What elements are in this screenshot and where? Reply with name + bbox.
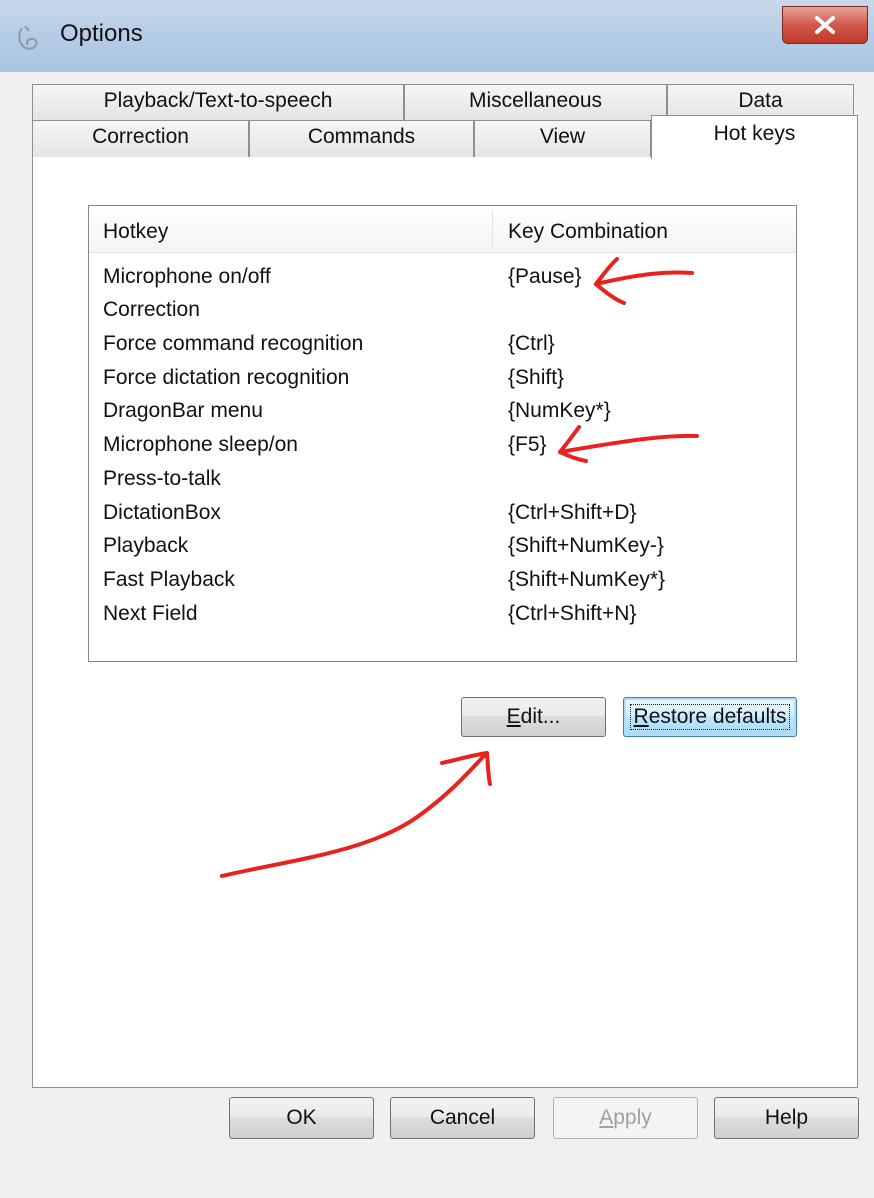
hotkey-combination: {Ctrl+Shift+D} [508,501,637,524]
hotkey-name: Force command recognition [103,332,364,355]
hotkey-combination: {Ctrl} [508,332,555,355]
hotkey-combination: {NumKey*} [508,399,611,422]
column-divider[interactable] [492,210,493,248]
ok-label: OK [286,1106,317,1129]
hotkey-list[interactable]: Hotkey Key Combination Microphone on/off… [88,205,797,662]
table-row[interactable]: Fast Playback {Shift+NumKey*} [89,563,796,597]
hotkey-combination: {Shift} [508,366,565,389]
tab-miscellaneous[interactable]: Miscellaneous [404,84,667,120]
tab-playback-text-to-speech[interactable]: Playback/Text-to-speech [32,84,404,120]
hotkey-combination: {Shift+NumKey-} [508,534,664,557]
title-bar[interactable]: Options [0,0,874,72]
ok-button[interactable]: OK [229,1097,374,1139]
tab-view[interactable]: View [474,120,651,157]
table-row[interactable]: Correction [89,293,796,327]
hotkey-combination: {Pause} [508,265,582,288]
hotkey-name: DictationBox [103,501,221,524]
hotkey-combination: {Shift+NumKey*} [508,568,666,591]
cancel-label: Cancel [429,1106,496,1129]
hotkey-name: Playback [103,534,189,557]
hotkey-name: Microphone sleep/on [103,433,298,456]
table-row[interactable]: Force command recognition {Ctrl} [89,327,796,361]
restore-defaults-button[interactable]: Restore defaults [623,697,797,737]
close-button[interactable] [782,6,868,44]
help-label: Help [764,1106,809,1129]
hotkey-combination: {F5} [508,433,547,456]
table-row[interactable]: Playback {Shift+NumKey-} [89,529,796,563]
table-row[interactable]: Microphone on/off {Pause} [89,260,796,294]
hotkey-combination: {Ctrl+Shift+N} [508,602,637,625]
hotkey-name: Microphone on/off [103,265,271,288]
tab-commands[interactable]: Commands [249,120,474,157]
column-header-hotkey[interactable]: Hotkey [103,206,493,252]
tab-label: Commands [307,125,416,148]
apply-mnemonic: A [599,1106,614,1129]
edit-mnemonic: E [506,705,521,728]
apply-button[interactable]: Apply [553,1097,698,1139]
close-icon [815,16,835,34]
tab-label: Playback/Text-to-speech [103,89,333,112]
tab-label: Miscellaneous [468,89,603,112]
edit-button[interactable]: Edit... [461,697,606,737]
cancel-button[interactable]: Cancel [390,1097,535,1139]
dragon-logo-icon [18,25,38,50]
help-button[interactable]: Help [714,1097,859,1139]
restore-mnemonic: R [633,705,649,728]
apply-label: pply [613,1106,652,1129]
table-row[interactable]: Press-to-talk [89,462,796,496]
column-header-key-combination[interactable]: Key Combination [508,206,788,252]
restore-label: estore defaults [648,705,787,728]
hotkey-name: Next Field [103,602,198,625]
hotkey-name: Press-to-talk [103,467,221,490]
table-row[interactable]: DictationBox {Ctrl+Shift+D} [89,496,796,530]
table-row[interactable]: DragonBar menu {NumKey*} [89,394,796,428]
tab-label: Hot keys [713,122,796,145]
edit-label: dit... [520,705,561,728]
tab-correction[interactable]: Correction [32,120,249,157]
table-row[interactable]: Next Field {Ctrl+Shift+N} [89,597,796,631]
options-window: Options Playback/Text-to-speech Miscella… [0,0,874,1198]
tab-label: Data [738,89,783,112]
table-row[interactable]: Microphone sleep/on {F5} [89,428,796,462]
tab-label: Correction [92,125,189,148]
hotkey-name: Fast Playback [103,568,235,591]
hotkey-name: Force dictation recognition [103,366,350,389]
list-header: Hotkey Key Combination [89,206,796,253]
hotkey-name: DragonBar menu [103,399,263,422]
tab-hot-keys[interactable]: Hot keys [651,115,858,159]
table-row[interactable]: Force dictation recognition {Shift} [89,361,796,395]
tab-label: View [539,125,586,148]
window-title: Options [60,20,143,47]
hotkey-name: Correction [103,298,200,321]
